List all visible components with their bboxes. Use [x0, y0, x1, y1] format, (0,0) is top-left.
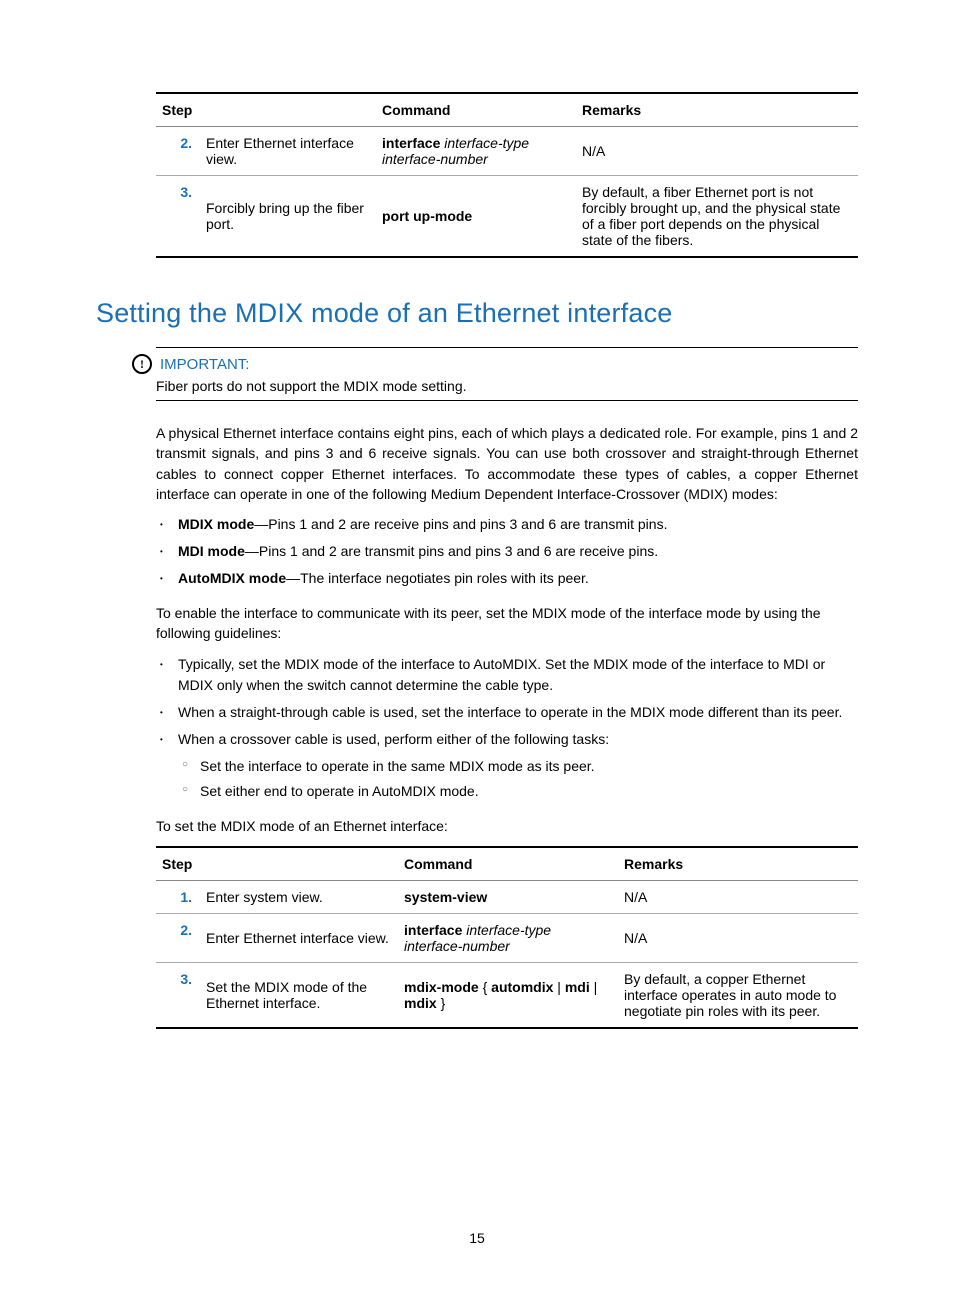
remarks-cell: N/A [618, 914, 858, 963]
step-text: Enter system view. [200, 881, 398, 914]
step-text: Set the MDIX mode of the Ethernet interf… [200, 963, 398, 1029]
step-number: 3. [180, 184, 192, 200]
step-number: 1. [180, 889, 192, 905]
paragraph: A physical Ethernet interface contains e… [156, 423, 858, 504]
col-remarks: Remarks [624, 856, 683, 872]
col-command: Command [404, 856, 472, 872]
step-text: Enter Ethernet interface view. [200, 127, 376, 176]
table-row: 3. Set the MDIX mode of the Ethernet int… [156, 963, 858, 1029]
command-cell: interface interface-type interface-numbe… [376, 127, 576, 176]
document-page: Step Command Remarks 2. Enter Ethernet i… [0, 0, 954, 1296]
col-command: Command [382, 102, 450, 118]
procedure-table-2: Step Command Remarks 1. Enter system vie… [156, 846, 858, 1029]
command-cell: system-view [404, 889, 487, 905]
table-header-row: Step Command Remarks [156, 93, 858, 127]
list-item: When a straight-through cable is used, s… [178, 702, 858, 723]
important-icon: ! [132, 354, 152, 374]
command-cell: interface interface-type interface-numbe… [398, 914, 618, 963]
step-text: Forcibly bring up the fiber port. [200, 176, 376, 258]
col-step: Step [162, 102, 192, 118]
step-text: Enter Ethernet interface view. [200, 914, 398, 963]
sub-list: Set the interface to operate in the same… [178, 756, 858, 802]
step-number: 3. [180, 971, 192, 987]
paragraph: To set the MDIX mode of an Ethernet inte… [156, 816, 858, 836]
table-row: 1. Enter system view. system-view N/A [156, 881, 858, 914]
important-label: IMPORTANT: [160, 356, 249, 373]
list-item: AutoMDIX mode—The interface negotiates p… [178, 568, 858, 589]
table-header-row: Step Command Remarks [156, 847, 858, 881]
remarks-cell: N/A [576, 127, 858, 176]
col-step: Step [162, 856, 192, 872]
table-row: 2. Enter Ethernet interface view. interf… [156, 127, 858, 176]
step-number: 2. [180, 135, 192, 151]
guidelines-list: Typically, set the MDIX mode of the inte… [156, 654, 858, 802]
important-callout: ! IMPORTANT: Fiber ports do not support … [156, 347, 858, 401]
list-item: MDIX mode—Pins 1 and 2 are receive pins … [178, 514, 858, 535]
important-text: Fiber ports do not support the MDIX mode… [156, 378, 858, 394]
command-cell: mdix-mode { automdix | mdi | mdix } [398, 963, 618, 1029]
paragraph: To enable the interface to communicate w… [156, 603, 858, 644]
remarks-cell: N/A [618, 881, 858, 914]
table-row: 2. Enter Ethernet interface view. interf… [156, 914, 858, 963]
command-cell: port up-mode [376, 176, 576, 258]
col-remarks: Remarks [582, 102, 641, 118]
remarks-cell: By default, a copper Ethernet interface … [618, 963, 858, 1029]
procedure-table-1: Step Command Remarks 2. Enter Ethernet i… [156, 92, 858, 258]
step-number: 2. [180, 922, 192, 938]
table-row: 3. Forcibly bring up the fiber port. por… [156, 176, 858, 258]
remarks-cell: By default, a fiber Ethernet port is not… [576, 176, 858, 258]
list-item: Set either end to operate in AutoMDIX mo… [200, 781, 858, 802]
list-item: MDI mode—Pins 1 and 2 are transmit pins … [178, 541, 858, 562]
modes-list: MDIX mode—Pins 1 and 2 are receive pins … [156, 514, 858, 589]
list-item: Typically, set the MDIX mode of the inte… [178, 654, 858, 696]
content-block: Step Command Remarks 2. Enter Ethernet i… [156, 92, 858, 1029]
list-item: When a crossover cable is used, perform … [178, 729, 858, 802]
section-heading: Setting the MDIX mode of an Ethernet int… [96, 298, 858, 329]
list-item: Set the interface to operate in the same… [200, 756, 858, 777]
page-number: 15 [0, 1230, 954, 1246]
